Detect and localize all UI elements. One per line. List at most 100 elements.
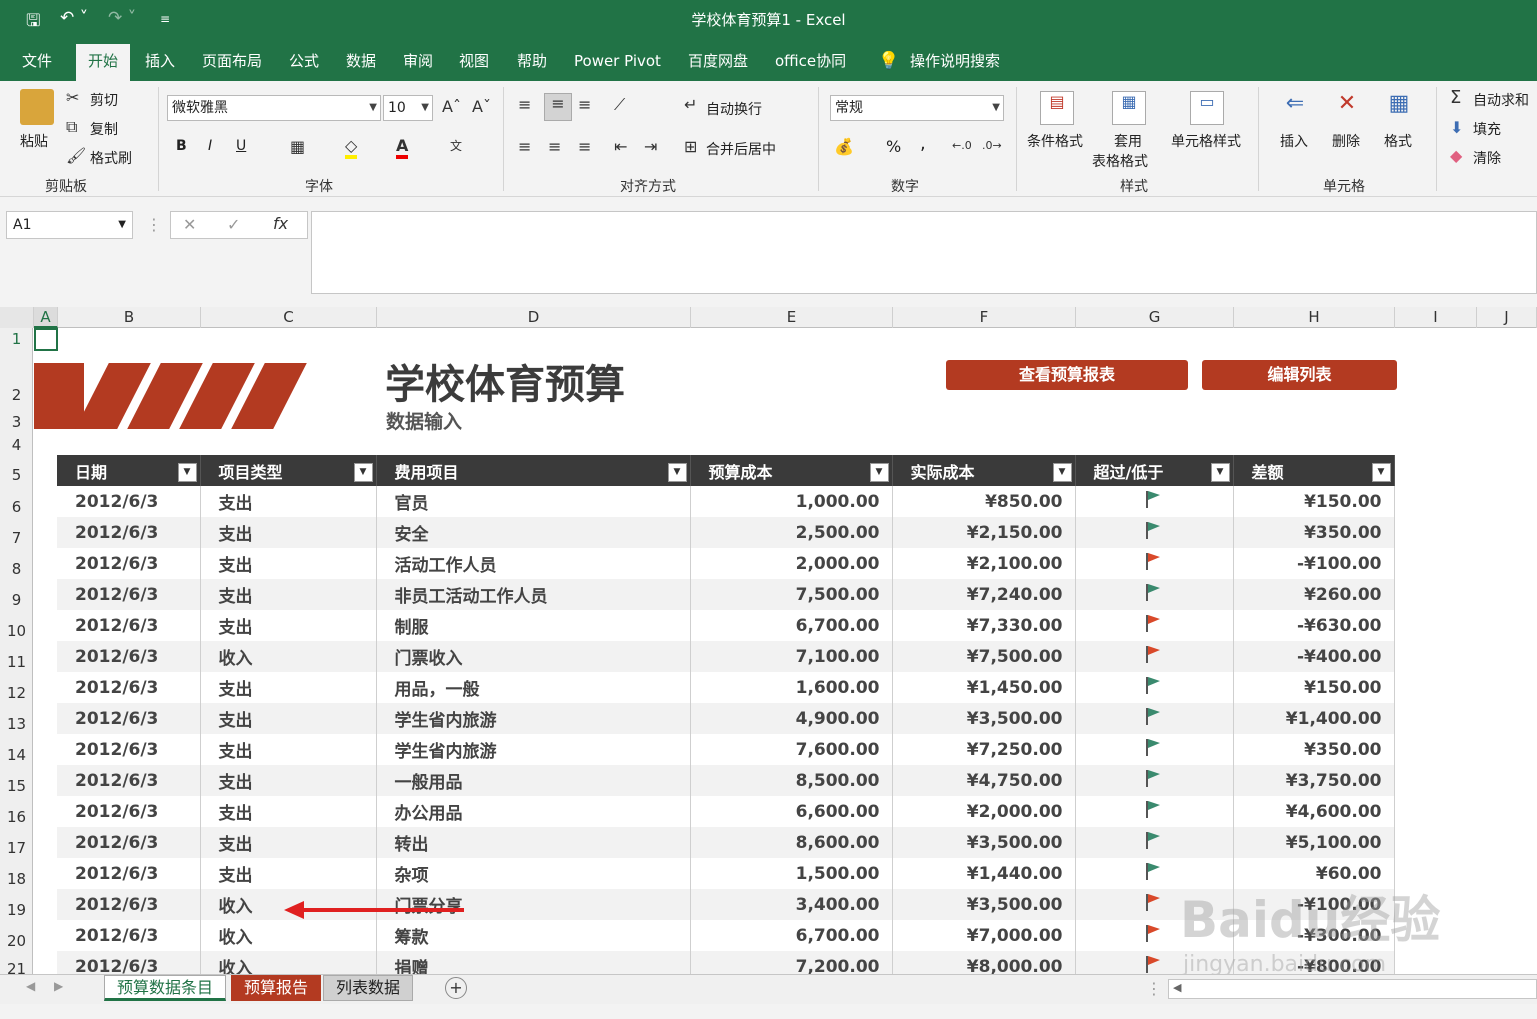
formula-input[interactable] bbox=[311, 211, 1537, 294]
increase-font-icon[interactable]: Aˆ bbox=[442, 97, 461, 116]
number-format-dropdown[interactable]: 常规 ▼ bbox=[830, 95, 1004, 121]
column-header-f[interactable]: F bbox=[893, 307, 1076, 328]
cell-budget[interactable]: 6,700.00 bbox=[690, 610, 893, 641]
underline-button[interactable]: U bbox=[236, 138, 246, 154]
format-painter-button[interactable]: 格式刷 bbox=[90, 148, 132, 168]
filter-dropdown-icon[interactable]: ▼ bbox=[1052, 463, 1072, 482]
cell-item[interactable]: 捐赠 bbox=[376, 951, 691, 974]
merge-center-button[interactable]: 合并后居中 bbox=[706, 139, 776, 159]
add-sheet-icon[interactable]: + bbox=[445, 977, 467, 999]
tab-formulas[interactable]: 公式 bbox=[277, 50, 331, 81]
decrease-font-icon[interactable]: Aˇ bbox=[472, 97, 491, 116]
row-header[interactable]: 17 bbox=[0, 839, 33, 857]
table-row[interactable]: 2012/6/3 支出 用品，一般 1,600.00 ¥1,450.00 ¥150.00 bbox=[57, 672, 1395, 703]
cell-budget[interactable]: 2,500.00 bbox=[690, 517, 893, 548]
cell-actual[interactable]: ¥7,330.00 bbox=[892, 610, 1076, 641]
borders-icon[interactable]: ▦ bbox=[290, 137, 305, 156]
cell-actual[interactable]: ¥2,100.00 bbox=[892, 548, 1076, 579]
font-size-dropdown[interactable]: 10 ▼ bbox=[383, 95, 433, 121]
cell-date[interactable]: 2012/6/3 bbox=[57, 517, 201, 548]
cell-date[interactable]: 2012/6/3 bbox=[57, 827, 201, 858]
cell-actual[interactable]: ¥2,000.00 bbox=[892, 796, 1076, 827]
wrap-text-button[interactable]: 自动换行 bbox=[706, 99, 762, 119]
tab-baidu-netdisk[interactable]: 百度网盘 bbox=[676, 50, 760, 81]
tell-me-search[interactable]: 操作说明搜索 bbox=[898, 50, 1012, 81]
cell-date[interactable]: 2012/6/3 bbox=[57, 672, 201, 703]
phonetic-icon[interactable]: 文 bbox=[450, 137, 462, 154]
row-header[interactable]: 18 bbox=[0, 870, 33, 888]
cell-budget[interactable]: 7,500.00 bbox=[690, 579, 893, 610]
filter-dropdown-icon[interactable]: ▼ bbox=[1210, 463, 1230, 482]
cell-diff[interactable]: -¥400.00 bbox=[1233, 641, 1395, 672]
cell-budget[interactable]: 1,600.00 bbox=[690, 672, 893, 703]
cell-date[interactable]: 2012/6/3 bbox=[57, 951, 201, 974]
accounting-format-icon[interactable]: 💰 bbox=[834, 137, 854, 156]
row-header[interactable]: 12 bbox=[0, 684, 33, 702]
cell-type[interactable]: 支出 bbox=[200, 827, 377, 858]
cell-actual[interactable]: ¥1,440.00 bbox=[892, 858, 1076, 889]
cell-date[interactable]: 2012/6/3 bbox=[57, 641, 201, 672]
cell-actual[interactable]: ¥7,500.00 bbox=[892, 641, 1076, 672]
name-box[interactable]: A1 ▼ bbox=[6, 211, 133, 239]
increase-decimal-icon[interactable]: ←.0 bbox=[952, 139, 972, 152]
filter-dropdown-icon[interactable]: ▼ bbox=[177, 463, 197, 482]
column-header-j[interactable]: J bbox=[1477, 307, 1537, 328]
cell-budget[interactable]: 1,500.00 bbox=[690, 858, 893, 889]
sheet-tab-budget-report[interactable]: 预算报告 bbox=[231, 975, 322, 1001]
row-header[interactable]: 14 bbox=[0, 746, 33, 764]
cell-actual[interactable]: ¥850.00 bbox=[892, 486, 1076, 517]
edit-list-button[interactable]: 编辑列表 bbox=[1202, 360, 1397, 390]
filter-dropdown-icon[interactable]: ▼ bbox=[1371, 463, 1391, 482]
tab-page-layout[interactable]: 页面布局 bbox=[190, 50, 274, 81]
cell-flag[interactable] bbox=[1075, 486, 1234, 517]
paste-button[interactable]: 粘贴 bbox=[20, 131, 48, 151]
cell-date[interactable]: 2012/6/3 bbox=[57, 734, 201, 765]
column-header-c[interactable]: C bbox=[201, 307, 377, 328]
row-header[interactable]: 9 bbox=[0, 591, 33, 609]
column-header-i[interactable]: I bbox=[1395, 307, 1477, 328]
cell-actual[interactable]: ¥2,150.00 bbox=[892, 517, 1076, 548]
row-header[interactable]: 16 bbox=[0, 808, 33, 826]
tab-data[interactable]: 数据 bbox=[334, 50, 388, 81]
cell-type[interactable]: 支出 bbox=[200, 858, 377, 889]
cell-type[interactable]: 支出 bbox=[200, 703, 377, 734]
cell-flag[interactable] bbox=[1075, 641, 1234, 672]
row-header[interactable]: 11 bbox=[0, 653, 33, 671]
sheet-tab-list-data[interactable]: 列表数据 bbox=[323, 975, 414, 1001]
italic-button[interactable]: I bbox=[208, 138, 212, 154]
row-header[interactable]: 20 bbox=[0, 932, 33, 950]
tab-file[interactable]: 文件 bbox=[10, 50, 64, 81]
align-left-icon[interactable]: ≡ bbox=[518, 137, 531, 156]
cell-type[interactable]: 支出 bbox=[200, 765, 377, 796]
cell-item[interactable]: 办公用品 bbox=[376, 796, 691, 827]
column-header-h[interactable]: H bbox=[1234, 307, 1395, 328]
cell-budget[interactable]: 1,000.00 bbox=[690, 486, 893, 517]
table-row[interactable]: 2012/6/3 收入 门票收入 7,100.00 ¥7,500.00 -¥400.00 bbox=[57, 641, 1395, 672]
cell-flag[interactable] bbox=[1075, 734, 1234, 765]
cut-button[interactable]: 剪切 bbox=[90, 90, 118, 110]
cell-budget[interactable]: 2,000.00 bbox=[690, 548, 893, 579]
row-header[interactable]: 1 bbox=[0, 330, 33, 348]
cell-budget[interactable]: 7,100.00 bbox=[690, 641, 893, 672]
next-sheet-icon[interactable]: ▶ bbox=[54, 979, 63, 993]
cell-flag[interactable] bbox=[1075, 610, 1234, 641]
cell-budget[interactable]: 7,600.00 bbox=[690, 734, 893, 765]
cell-actual[interactable]: ¥3,500.00 bbox=[892, 703, 1076, 734]
cell-item[interactable]: 非员工活动工作人员 bbox=[376, 579, 691, 610]
conditional-format-button[interactable]: 条件格式 bbox=[1027, 131, 1083, 151]
cell-type[interactable]: 收入 bbox=[200, 920, 377, 951]
enter-icon[interactable]: ✓ bbox=[227, 215, 240, 234]
cell-actual[interactable]: ¥3,500.00 bbox=[892, 889, 1076, 920]
row-header[interactable]: 15 bbox=[0, 777, 33, 795]
cell-flag[interactable] bbox=[1075, 703, 1234, 734]
cell-diff[interactable]: ¥350.00 bbox=[1233, 517, 1395, 548]
cell-type[interactable]: 收入 bbox=[200, 641, 377, 672]
row-header[interactable]: 13 bbox=[0, 715, 33, 733]
filter-dropdown-icon[interactable]: ▼ bbox=[667, 463, 687, 482]
cell-item[interactable]: 筹款 bbox=[376, 920, 691, 951]
tab-help[interactable]: 帮助 bbox=[505, 50, 559, 81]
cell-diff[interactable]: ¥5,100.00 bbox=[1233, 827, 1395, 858]
sheet-tab-budget-entry[interactable]: 预算数据条目 bbox=[104, 975, 227, 1001]
fill-button[interactable]: 填充 bbox=[1473, 119, 1501, 139]
align-bottom-icon[interactable]: ≡ bbox=[578, 95, 591, 114]
